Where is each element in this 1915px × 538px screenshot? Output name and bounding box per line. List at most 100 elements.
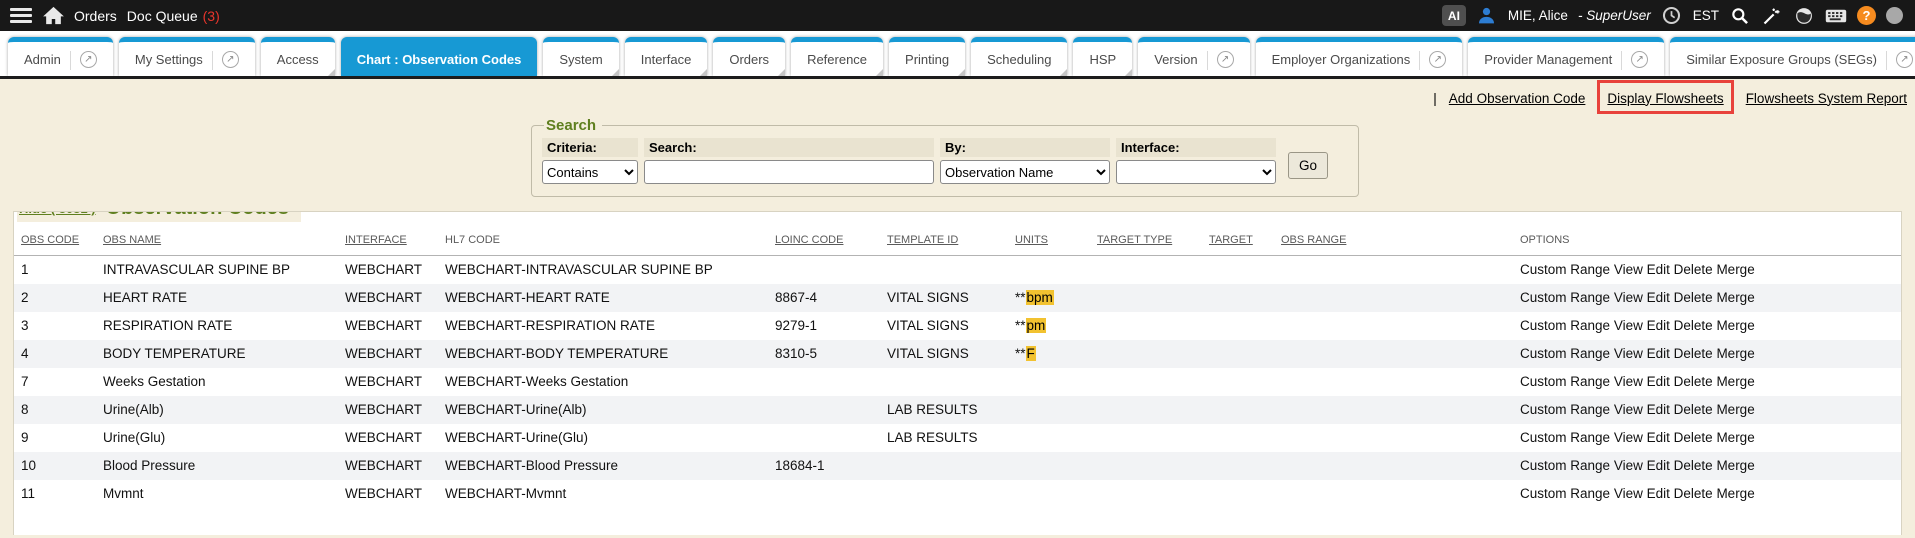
target-type-cell [1093,396,1205,424]
merge-link[interactable]: Merge [1716,346,1754,361]
view-link[interactable]: View [1614,346,1643,361]
delete-link[interactable]: Delete [1674,374,1713,389]
edit-link[interactable]: Edit [1647,374,1670,389]
edit-link[interactable]: Edit [1647,486,1670,501]
custom-range-link[interactable]: Custom Range [1520,374,1610,389]
display-flowsheets-link[interactable]: Display Flowsheets [1607,91,1723,106]
delete-link[interactable]: Delete [1674,318,1713,333]
custom-range-link[interactable]: Custom Range [1520,290,1610,305]
tab-similar-exposure-groups-segs[interactable]: Similar Exposure Groups (SEGs) ↗ [1670,37,1915,76]
merge-link[interactable]: Merge [1716,374,1754,389]
tab-reference[interactable]: Reference [791,37,883,76]
tab-my-settings[interactable]: My Settings ↗ [119,37,255,76]
merge-link[interactable]: Merge [1716,262,1754,277]
custom-range-link[interactable]: Custom Range [1520,346,1610,361]
tab-hsp[interactable]: HSP [1073,37,1132,76]
view-link[interactable]: View [1614,262,1643,277]
tab-orders[interactable]: Orders [713,37,785,76]
loinc-code-cell [771,368,883,396]
column-label[interactable]: TEMPLATE ID [887,234,958,246]
delete-link[interactable]: Delete [1674,290,1713,305]
edit-link[interactable]: Edit [1647,458,1670,473]
topbar-link-doc-queue[interactable]: Doc Queue(3) [127,8,220,24]
tab-chart-observation-codes[interactable]: Chart : Observation Codes [341,37,538,76]
merge-link[interactable]: Merge [1716,290,1754,305]
view-link[interactable]: View [1614,402,1643,417]
view-link[interactable]: View [1614,430,1643,445]
merge-link[interactable]: Merge [1716,458,1754,473]
search-input[interactable] [644,160,934,184]
tab-access[interactable]: Access [261,37,335,76]
globe-icon[interactable] [1793,5,1815,27]
edit-link[interactable]: Edit [1647,318,1670,333]
custom-range-link[interactable]: Custom Range [1520,402,1610,417]
criteria-select[interactable]: Contains [542,160,638,184]
view-link[interactable]: View [1614,374,1643,389]
tab-printing[interactable]: Printing [889,37,965,76]
edit-link[interactable]: Edit [1647,402,1670,417]
external-link-icon[interactable]: ↗ [222,51,239,68]
column-label[interactable]: TARGET TYPE [1097,234,1172,246]
user-name[interactable]: MIE, Alice [1508,8,1568,23]
flowsheets-system-report-link[interactable]: Flowsheets System Report [1746,91,1907,106]
column-label[interactable]: OBS CODE [21,234,79,246]
topbar-link-orders[interactable]: Orders [74,8,117,24]
view-link[interactable]: View [1614,458,1643,473]
view-link[interactable]: View [1614,486,1643,501]
tab-scheduling[interactable]: Scheduling [971,37,1067,76]
column-label[interactable]: UNITS [1015,234,1048,246]
edit-link[interactable]: Edit [1647,430,1670,445]
custom-range-link[interactable]: Custom Range [1520,318,1610,333]
add-observation-code-link[interactable]: Add Observation Code [1449,91,1586,106]
tab-employer-organizations[interactable]: Employer Organizations ↗ [1256,37,1463,76]
column-label[interactable]: TARGET [1209,234,1253,246]
clock-icon[interactable] [1661,5,1683,27]
by-select[interactable]: Observation Name [940,160,1110,184]
obs-range-cell [1277,424,1372,452]
keyboard-icon[interactable] [1825,5,1847,27]
tab-interface[interactable]: Interface [625,37,708,76]
tab-admin[interactable]: Admin ↗ [8,37,113,76]
column-label[interactable]: LOINC CODE [775,234,843,246]
wand-icon[interactable] [1761,5,1783,27]
external-link-icon[interactable]: ↗ [1429,51,1446,68]
delete-link[interactable]: Delete [1674,346,1713,361]
external-link-icon[interactable]: ↗ [80,51,97,68]
hide-count-link[interactable]: Hide ( 8081 ) [19,211,96,216]
external-link-icon[interactable]: ↗ [1631,51,1648,68]
tab-version[interactable]: Version ↗ [1138,37,1249,76]
tab-system[interactable]: System [543,37,618,76]
external-link-icon[interactable]: ↗ [1217,51,1234,68]
interface-select[interactable] [1116,160,1276,184]
ai-badge[interactable]: AI [1442,5,1466,26]
external-link-icon[interactable]: ↗ [1896,51,1913,68]
custom-range-link[interactable]: Custom Range [1520,458,1610,473]
view-link[interactable]: View [1614,290,1643,305]
help-icon[interactable]: ? [1857,6,1876,25]
edit-link[interactable]: Edit [1647,290,1670,305]
column-label[interactable]: OBS NAME [103,234,161,246]
edit-link[interactable]: Edit [1647,346,1670,361]
column-label[interactable]: OBS RANGE [1281,234,1346,246]
delete-link[interactable]: Delete [1674,262,1713,277]
tab-provider-management[interactable]: Provider Management ↗ [1468,37,1664,76]
hamburger-menu-icon[interactable] [10,8,32,23]
merge-link[interactable]: Merge [1716,486,1754,501]
custom-range-link[interactable]: Custom Range [1520,262,1610,277]
delete-link[interactable]: Delete [1674,458,1713,473]
view-link[interactable]: View [1614,318,1643,333]
search-icon[interactable] [1729,5,1751,27]
edit-link[interactable]: Edit [1647,262,1670,277]
custom-range-link[interactable]: Custom Range [1520,430,1610,445]
delete-link[interactable]: Delete [1674,402,1713,417]
merge-link[interactable]: Merge [1716,402,1754,417]
home-icon[interactable] [42,5,64,27]
delete-link[interactable]: Delete [1674,430,1713,445]
delete-link[interactable]: Delete [1674,486,1713,501]
user-icon[interactable] [1476,5,1498,27]
merge-link[interactable]: Merge [1716,430,1754,445]
custom-range-link[interactable]: Custom Range [1520,486,1610,501]
column-label[interactable]: INTERFACE [345,234,407,246]
go-button[interactable]: Go [1288,152,1328,179]
merge-link[interactable]: Merge [1716,318,1754,333]
